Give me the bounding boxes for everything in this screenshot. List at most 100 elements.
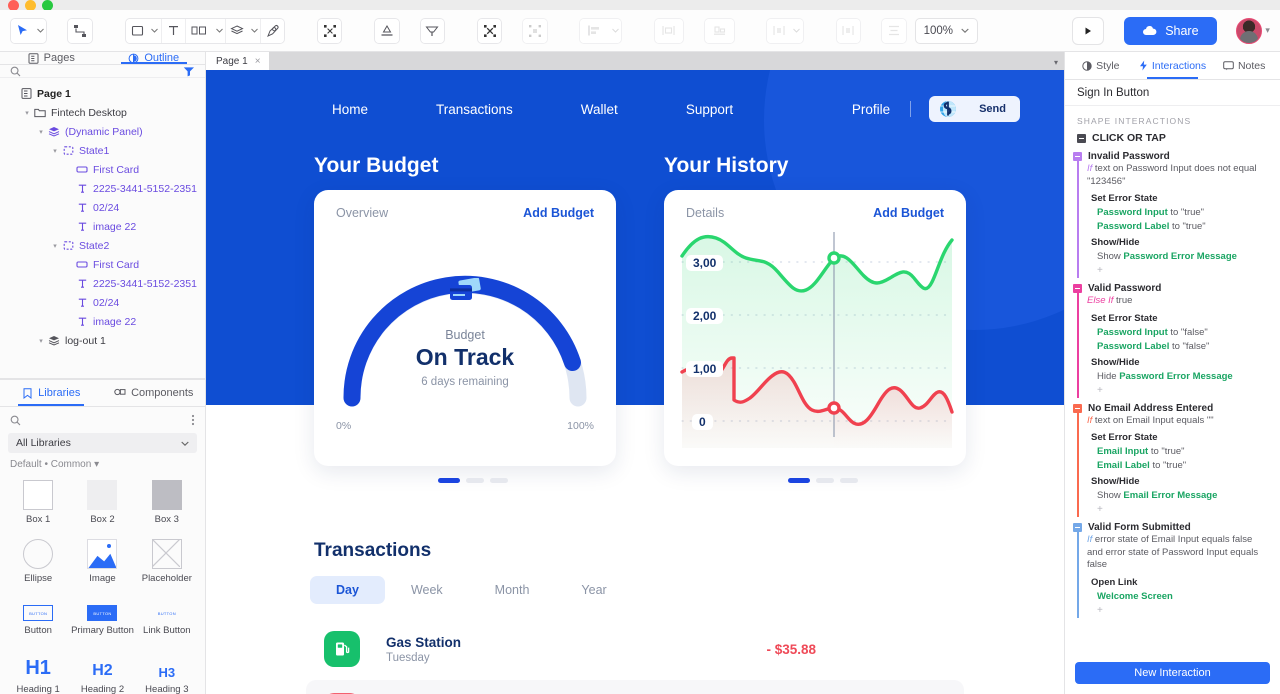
event-click-or-tap[interactable]: CLICK OR TAP <box>1065 132 1280 148</box>
transactions-tab-week[interactable]: Week <box>385 576 469 604</box>
library-item[interactable]: Box 3 <box>135 474 199 533</box>
nav-link-home[interactable]: Home <box>298 102 402 117</box>
library-item[interactable]: H2 Heading 2 <box>70 644 134 694</box>
library-category-chevron-down-icon[interactable]: ▾ <box>94 459 99 470</box>
add-action-icon[interactable]: + <box>1097 265 1268 276</box>
library-item[interactable]: BUTTON Link Button <box>135 592 199 644</box>
nav-link-wallet[interactable]: Wallet <box>547 102 652 117</box>
share-button[interactable]: Share <box>1124 16 1217 45</box>
transaction-row[interactable]: ShoppingMonday- $79.90 <box>306 680 964 694</box>
avatar-chevron-down-icon[interactable]: ▾ <box>1265 25 1270 36</box>
align-left-chevron-down-icon[interactable] <box>609 18 621 43</box>
layout-tool[interactable] <box>184 18 214 43</box>
library-item[interactable]: H3 Heading 3 <box>135 644 199 694</box>
spacing-v-tool[interactable] <box>836 18 861 43</box>
pen-tool[interactable] <box>260 18 285 43</box>
budget-add-budget-link[interactable]: Add Budget <box>523 206 594 220</box>
align-left-tool[interactable] <box>580 18 610 43</box>
history-carousel-dots[interactable] <box>788 478 858 483</box>
case-header[interactable]: Invalid Password <box>1073 151 1268 162</box>
case-header[interactable]: Valid Form Submitted <box>1073 522 1268 533</box>
align-tool[interactable] <box>375 18 399 43</box>
library-category[interactable]: Default • Common ▾ <box>0 453 205 474</box>
tab-pages[interactable]: Pages <box>0 52 103 64</box>
budget-carousel-dots[interactable] <box>438 478 508 483</box>
library-item[interactable]: Ellipse <box>6 533 70 592</box>
library-item[interactable]: Image <box>70 533 134 592</box>
library-item[interactable]: Box 1 <box>6 474 70 533</box>
select-tool-chevron-down-icon[interactable] <box>34 18 47 43</box>
scale-tool[interactable] <box>477 18 502 43</box>
spacing-h-tool[interactable] <box>767 18 792 43</box>
transactions-tab-month[interactable]: Month <box>469 576 556 604</box>
canvas-tabbar-chevron-down-icon[interactable]: ▾ <box>1054 58 1058 67</box>
library-item[interactable]: H1 Heading 1 <box>6 644 70 694</box>
nav-link-support[interactable]: Support <box>652 102 767 117</box>
add-action-icon[interactable]: + <box>1097 504 1268 515</box>
transaction-row[interactable]: Gas Station Tuesday - $35.88 <box>306 618 964 680</box>
layout-tool-chevron-down-icon[interactable] <box>213 18 226 43</box>
rectangle-tool[interactable] <box>125 18 150 43</box>
outline-search-input[interactable] <box>27 65 177 77</box>
outline-row[interactable]: image 22 <box>0 217 205 236</box>
nav-link-transactions[interactable]: Transactions <box>402 102 547 117</box>
nav-link-profile[interactable]: Profile <box>852 102 910 117</box>
outline-row[interactable]: ▾ State2 <box>0 236 205 255</box>
canvas-tab-page-1[interactable]: Page 1 × <box>206 52 269 70</box>
library-item[interactable]: BUTTON Button <box>6 592 70 644</box>
group-tool[interactable] <box>523 18 547 43</box>
interaction-case[interactable]: No Email Address Entered If text on Email… <box>1065 400 1280 520</box>
outline-row[interactable]: image 22 <box>0 312 205 331</box>
component-tool-chevron-down-icon[interactable] <box>248 18 261 43</box>
outline-row[interactable]: ▾ State1 <box>0 141 205 160</box>
distribute-tool[interactable] <box>420 18 445 43</box>
disclosure-triangle-icon[interactable]: ▾ <box>50 242 60 250</box>
transactions-tab-year[interactable]: Year <box>555 576 632 604</box>
library-item[interactable]: BUTTON Primary Button <box>70 592 134 644</box>
transform-tool[interactable] <box>317 18 342 43</box>
disclosure-triangle-icon[interactable]: ▾ <box>22 109 32 117</box>
carousel-dot-2[interactable] <box>466 478 484 483</box>
add-action-icon[interactable]: + <box>1097 605 1268 616</box>
outline-row[interactable]: ▾ Fintech Desktop <box>0 103 205 122</box>
tab-libraries[interactable]: Libraries <box>0 380 103 406</box>
outline-row[interactable]: 02/24 <box>0 293 205 312</box>
interaction-case[interactable]: Invalid Password If text on Password Inpu… <box>1065 148 1280 280</box>
align-bottom-tool[interactable] <box>705 18 734 43</box>
outline-row[interactable]: First Card <box>0 160 205 179</box>
collapse-icon[interactable] <box>1077 133 1086 143</box>
outline-row[interactable]: 2225-3441-5152-2351 <box>0 274 205 293</box>
interaction-case[interactable]: Valid Form Submitted If error state of Em… <box>1065 519 1280 620</box>
avatar[interactable] <box>1236 17 1263 44</box>
new-interaction-button[interactable]: New Interaction <box>1075 662 1270 684</box>
history-dot-1[interactable] <box>788 478 810 483</box>
transactions-tab-day[interactable]: Day <box>310 576 385 604</box>
carousel-dot-1[interactable] <box>438 478 460 483</box>
canvas-tab-close-icon[interactable]: × <box>255 56 261 67</box>
select-tool[interactable] <box>11 18 35 43</box>
text-tool[interactable] <box>160 18 185 43</box>
outline-row[interactable]: ▾ (Dynamic Panel) <box>0 122 205 141</box>
add-action-icon[interactable]: + <box>1097 385 1268 396</box>
library-search-input[interactable] <box>27 414 185 426</box>
outline-row[interactable]: First Card <box>0 255 205 274</box>
carousel-dot-3[interactable] <box>490 478 508 483</box>
connector-tool[interactable] <box>68 18 92 43</box>
user-menu[interactable]: ▾ <box>1236 17 1270 44</box>
tab-notes[interactable]: Notes <box>1208 52 1280 79</box>
component-tool[interactable] <box>225 18 249 43</box>
history-dot-3[interactable] <box>840 478 858 483</box>
case-header[interactable]: Valid Password <box>1073 283 1268 294</box>
history-add-budget-link[interactable]: Add Budget <box>873 206 944 220</box>
library-item[interactable]: Box 2 <box>70 474 134 533</box>
preview-button[interactable] <box>1071 16 1105 45</box>
outline-row[interactable]: ▾ log-out 1 <box>0 331 205 350</box>
interaction-case[interactable]: Valid Password Else If true Set Error Stat… <box>1065 280 1280 400</box>
outline-row[interactable]: Page 1 <box>0 84 205 103</box>
tab-components[interactable]: Components <box>103 380 206 406</box>
history-dot-2[interactable] <box>816 478 834 483</box>
distribute-h-tool[interactable] <box>654 18 684 43</box>
disclosure-triangle-icon[interactable]: ▾ <box>36 337 46 345</box>
library-selector[interactable]: All Libraries <box>8 433 197 453</box>
tab-interactions[interactable]: Interactions <box>1137 52 1209 79</box>
